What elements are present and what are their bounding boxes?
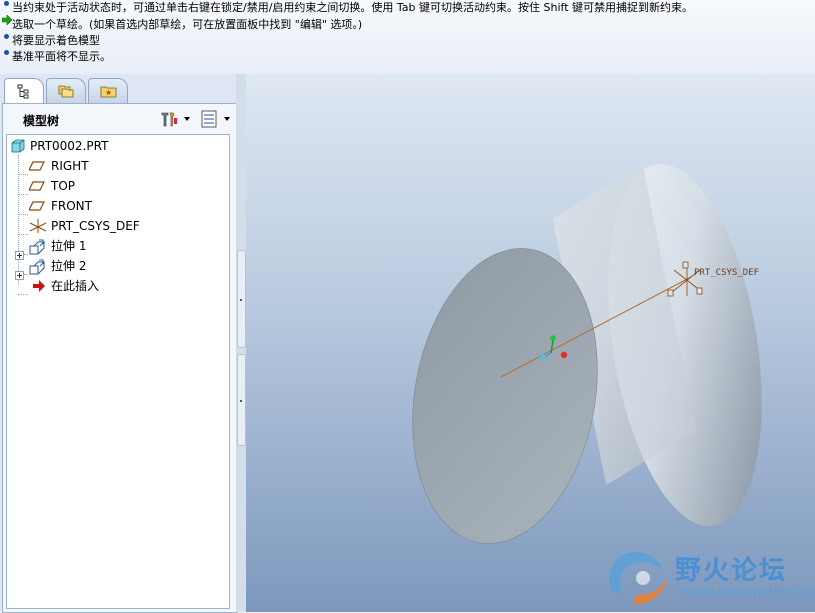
info-bullet-icon — [2, 0, 12, 11]
show-dropdown-button[interactable] — [199, 109, 231, 129]
tree-connector — [24, 274, 28, 275]
extrude-icon — [29, 259, 45, 275]
chevron-down-icon — [224, 117, 230, 121]
cylinder-model[interactable] — [246, 74, 815, 612]
model-tree-panel: 模型树 PRT0002.PRT RIGHT TOP FRONT PRT_CSYS… — [2, 103, 238, 613]
tree-item-csys[interactable]: PRT_CSYS_DEF — [29, 217, 219, 235]
navigator-panel: 模型树 PRT0002.PRT RIGHT TOP FRONT PRT_CSYS… — [0, 74, 246, 613]
list-icon — [201, 110, 217, 128]
message-line-3: 将要显示着色模型 — [2, 28, 100, 47]
tree-item-label: PRT_CSYS_DEF — [51, 219, 140, 233]
model-tree-header: 模型树 — [3, 104, 237, 134]
folder-browser-tab[interactable] — [46, 78, 86, 103]
extrude-icon — [29, 239, 45, 255]
datum-plane-icon — [29, 201, 45, 211]
csys-icon — [29, 219, 47, 233]
tree-connector — [18, 234, 28, 235]
info-bullet-icon — [2, 44, 12, 60]
message-area: 当约束处于活动状态时，可通过单击右键在锁定/禁用/启用约束之间切换。使用 Tab… — [0, 0, 815, 75]
csys-label: PRT_CSYS_DEF — [694, 268, 760, 278]
tree-connector — [24, 254, 28, 255]
tree-item-label: RIGHT — [51, 159, 89, 173]
expand-toggle[interactable] — [15, 251, 24, 260]
tree-item-label: 拉伸 2 — [51, 259, 87, 273]
message-text: 基准平面将不显示。 — [12, 50, 111, 63]
message-line-1: 当约束处于活动状态时，可通过单击右键在锁定/禁用/启用约束之间切换。使用 Tab… — [2, 0, 693, 14]
favorites-tab[interactable] — [88, 78, 128, 103]
message-line-4: 基准平面将不显示。 — [2, 44, 111, 63]
tree-item-label: 拉伸 1 — [51, 239, 87, 253]
model-tree-tab[interactable] — [4, 78, 44, 104]
tree-item-label: TOP — [51, 179, 76, 193]
tree-item-extrude-2[interactable]: 拉伸 2 — [29, 257, 219, 275]
part-icon — [11, 139, 25, 153]
expand-toggle[interactable] — [15, 271, 24, 280]
watermark-logo-icon — [609, 551, 667, 605]
datum-plane-icon — [29, 161, 45, 171]
settings-dropdown-button[interactable] — [159, 109, 190, 129]
forum-watermark: 野火论坛 www.proewildfire.cn — [603, 544, 815, 612]
tree-item-part[interactable]: PRT0002.PRT — [11, 137, 221, 155]
tree-item-top[interactable]: TOP — [29, 177, 219, 195]
datum-plane-icon — [29, 181, 45, 191]
message-line-2: 选取一个草绘。(如果首选内部草绘，可在放置面板中找到 "编辑" 选项。) — [2, 12, 362, 31]
tree-item-insert-here[interactable]: 在此插入 — [29, 277, 219, 295]
watermark-url: www.proewildfire.cn — [683, 585, 814, 600]
model-tree-title: 模型树 — [23, 114, 60, 128]
splitter-grip[interactable] — [237, 354, 246, 446]
tree-connector — [18, 194, 28, 195]
star-folder-icon — [100, 86, 117, 98]
tree-connector — [18, 214, 28, 215]
tree-item-front[interactable]: FRONT — [29, 197, 219, 215]
tree-item-label: FRONT — [51, 199, 92, 213]
tree-connector — [18, 174, 28, 175]
tree-connector — [18, 294, 28, 295]
chevron-down-icon — [184, 117, 190, 121]
folders-icon — [58, 85, 74, 98]
tools-icon — [161, 112, 177, 127]
tree-item-extrude-1[interactable]: 拉伸 1 — [29, 237, 219, 255]
graphics-window[interactable]: PRT_CSYS_DEF 野火论坛 www.proewildfire.cn — [246, 74, 815, 612]
tree-item-right[interactable]: RIGHT — [29, 157, 219, 175]
tree-item-label: 在此插入 — [51, 279, 100, 293]
splitter-grip[interactable] — [237, 250, 246, 348]
tree-icon — [17, 84, 29, 99]
tree-item-label: PRT0002.PRT — [30, 139, 109, 153]
insert-arrow-icon — [33, 280, 45, 292]
model-tree: PRT0002.PRT RIGHT TOP FRONT PRT_CSYS_DEF… — [6, 134, 230, 609]
panel-splitter[interactable] — [236, 74, 246, 612]
prompt-arrow-icon — [2, 12, 12, 28]
info-bullet-icon — [2, 28, 12, 44]
watermark-title: 野火论坛 — [675, 556, 788, 586]
